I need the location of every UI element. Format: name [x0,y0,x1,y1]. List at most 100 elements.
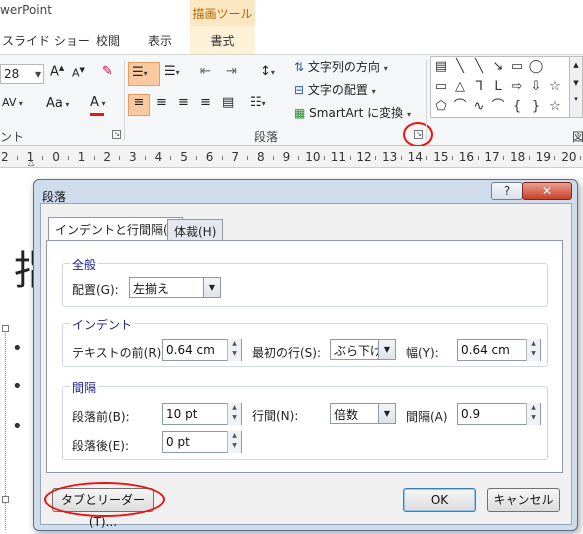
elbow-connector-icon[interactable]: ᒪ [489,78,507,96]
ruler-number: 5 [180,150,188,164]
justify-button[interactable]: ≡ [200,95,211,110]
chevron-down-icon[interactable]: ▼ [378,404,395,423]
at-spinner[interactable]: ▲ ▼ [526,403,540,425]
chevron-down-icon[interactable]: ▼ [570,79,582,87]
ruler-number: 12 [356,150,372,164]
alignment-select[interactable]: 左揃え ▼ [129,277,221,298]
line-shape-icon[interactable]: ╲ [451,58,469,76]
help-button[interactable]: ? [491,182,523,200]
font-color-icon: A [90,95,99,110]
alignment-value: 左揃え [133,282,170,296]
font-color-button[interactable]: A ▾ [90,95,105,110]
after-input[interactable]: 0 pt ▲ ▼ [162,431,242,453]
ok-button[interactable]: OK [403,488,476,512]
arrow-down-shape-icon[interactable]: ⇩ [527,78,545,96]
grow-font-button[interactable]: A▲ [50,64,64,79]
text-direction-button[interactable]: ⇅ 文字列の方向 ▾ [294,58,388,75]
tab-typography[interactable]: 体裁(H) [167,219,224,241]
shapes-gallery[interactable]: ▤ ╲ ╲ ↘ ▭ ◯ ▭ △ ᒣ ᒪ ⇨ ⇩ ☆ ⬠ ⌒ ∿ ⌒ { } ☆ [430,56,570,118]
arrow-shape-icon[interactable]: ↘ [489,58,507,76]
ruler-number: 7 [231,150,240,164]
tab-view[interactable]: 表示 [148,32,172,49]
tab-format[interactable]: 書式 [190,26,255,54]
special-select[interactable]: ぶら下げ ▼ [330,339,396,360]
by-input[interactable]: 0.64 cm ▲ ▼ [457,339,541,361]
spin-down-icon[interactable]: ▼ [228,413,241,423]
ruler-number: 19 [535,150,551,164]
spin-up-icon[interactable]: ▲ [527,403,540,413]
align-right-button[interactable]: ≡ [178,95,189,110]
chevron-down-icon[interactable]: ▼ [203,278,220,297]
spin-down-icon[interactable]: ▼ [527,413,540,423]
font-dialog-launcher-icon[interactable]: ↘ [112,130,121,139]
spin-up-icon[interactable]: ▲ [527,339,540,349]
spin-up-icon[interactable]: ▲ [228,339,241,349]
chevron-down-icon[interactable]: ▼ [378,340,395,359]
elbow-connector-icon[interactable]: ᒣ [470,78,488,96]
font-size-combo[interactable]: 28 ▼ [0,64,44,84]
line-spacing-label: 行間(N): [252,409,299,423]
arc-shape-icon[interactable]: ⌒ [489,98,507,116]
shrink-font-button[interactable]: A▼ [72,66,85,80]
spin-up-icon[interactable]: ▲ [228,403,241,413]
close-button[interactable]: ✕ [522,182,572,200]
align-text-button[interactable]: ⊟ 文字の配置 ▾ [294,81,376,98]
spin-up-icon[interactable]: ▲ [228,431,241,441]
more-icon[interactable]: ▾ [570,95,582,103]
smartart-button[interactable]: ▦ SmartArt に変換 ▾ [294,104,411,121]
cancel-button[interactable]: キャンセル [487,488,560,512]
triangle-shape-icon[interactable]: △ [451,78,469,96]
gallery-scroll[interactable]: ▲ ▼ ▾ [570,56,583,118]
line-spacing-button[interactable]: ↕▾ [260,64,275,79]
ruler-number: 14 [407,150,423,164]
bullets-button[interactable]: ☰▾ [128,62,160,86]
spin-down-icon[interactable]: ▼ [527,349,540,359]
ruler-tick [196,156,197,160]
selection-handle[interactable] [2,325,9,332]
rectangle-shape-icon[interactable]: ▭ [432,78,450,96]
selection-handle[interactable] [2,496,9,503]
line-spacing-select[interactable]: 倍数 ▼ [330,403,396,424]
decrease-indent-icon: ⇤ [200,64,211,79]
star-shape-icon[interactable]: ☆ [546,78,564,96]
indent-marker-icon[interactable]: △ [28,158,34,167]
decrease-indent-button[interactable]: ⇤ [200,64,211,79]
pentagon-shape-icon[interactable]: ⬠ [432,98,450,116]
ellipse-shape-icon[interactable]: ◯ [527,58,545,76]
spin-down-icon[interactable]: ▼ [228,349,241,359]
freeform-shape-icon[interactable]: ∿ [470,98,488,116]
by-spinner[interactable]: ▲ ▼ [526,339,540,361]
rectangle-shape-icon[interactable]: ▭ [508,58,526,76]
at-value: 0.9 [461,407,481,421]
close-icon: ✕ [541,184,553,198]
right-brace-shape-icon[interactable]: } [527,98,545,116]
distributed-button[interactable]: ▤ [222,95,234,110]
tab-slideshow[interactable]: スライド ショー [2,32,90,49]
tab-review[interactable]: 校閲 [96,32,120,49]
tab-indent-spacing[interactable]: インデントと行間隔(I) [48,217,183,241]
numbering-button[interactable]: ☰▾ [164,64,180,79]
chevron-down-icon: ▾ [383,64,388,73]
columns-button[interactable]: ☷▾ [250,95,266,110]
char-spacing-button[interactable]: AV ▾ [2,96,23,109]
textbox-shape-icon[interactable]: ▤ [432,58,450,76]
before-spinner[interactable]: ▲ ▼ [227,403,241,425]
spin-down-icon[interactable]: ▼ [228,441,241,451]
left-brace-shape-icon[interactable]: { [508,98,526,116]
before-input[interactable]: 10 pt ▲ ▼ [162,403,242,425]
at-input[interactable]: 0.9 ▲ ▼ [457,403,541,425]
align-center-button[interactable]: ≡ [156,95,167,110]
curve-shape-icon[interactable]: ⌒ [451,98,469,116]
after-spinner[interactable]: ▲ ▼ [227,431,241,453]
clear-format-button[interactable]: ✎ [102,64,113,79]
before-text-input[interactable]: 0.64 cm ▲ ▼ [162,339,242,361]
chevron-up-icon[interactable]: ▲ [570,61,582,69]
ruler-number: 1 [77,150,86,164]
before-text-spinner[interactable]: ▲ ▼ [227,339,241,361]
star-shape-icon[interactable]: ☆ [546,98,564,116]
line-shape-icon[interactable]: ╲ [470,58,488,76]
change-case-button[interactable]: Aa ▾ [46,96,69,111]
arrow-right-shape-icon[interactable]: ⇨ [508,78,526,96]
align-left-button[interactable]: ≡ [128,94,150,116]
increase-indent-button[interactable]: ⇥ [226,64,237,79]
